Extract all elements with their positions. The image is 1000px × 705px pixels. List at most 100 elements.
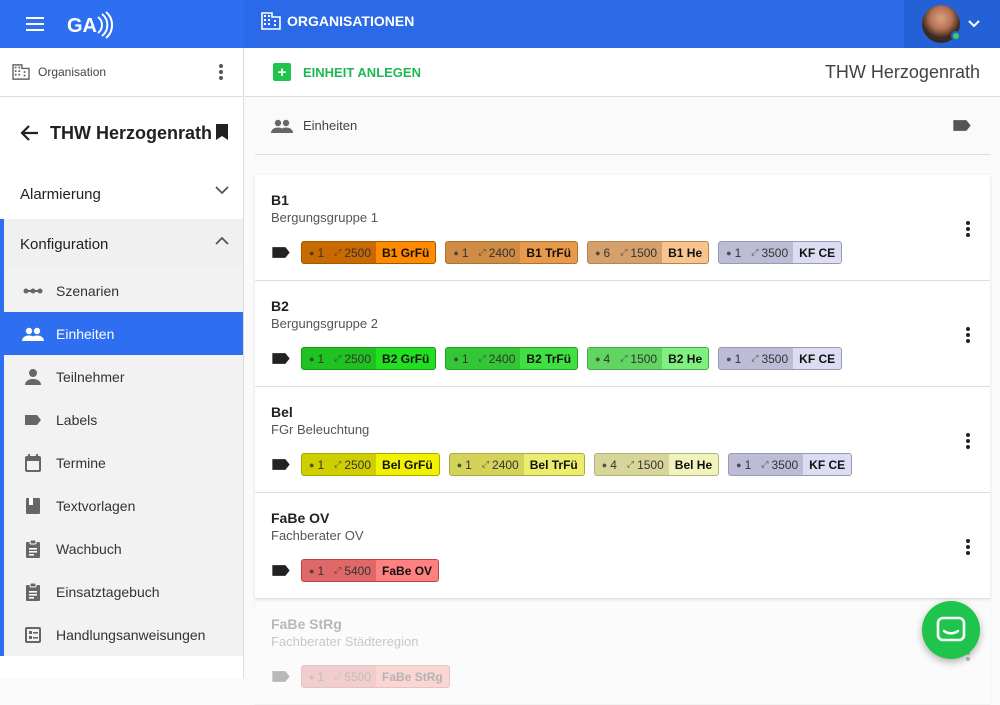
sidebar-item-einsatztagebuch[interactable]: Einsatztagebuch: [4, 570, 243, 613]
chip-stats: ● 1 ⤢ 3500: [729, 454, 803, 475]
section-alarmierung[interactable]: Alarmierung: [0, 169, 243, 219]
label-filter-icon[interactable]: [952, 119, 972, 132]
more-vert-icon[interactable]: [960, 537, 976, 557]
chip-count: ● 1: [726, 352, 741, 366]
person-icon: ●: [309, 459, 315, 470]
people-icon: [22, 327, 44, 341]
bookmark-icon[interactable]: [215, 123, 229, 141]
chip-stats: ● 1 ⤢ 2500: [302, 454, 376, 475]
unit-chip[interactable]: ● 6 ⤢ 1500 B1 He: [587, 241, 710, 264]
chip-stats: ● 1 ⤢ 3500: [719, 242, 793, 263]
main-content: + EINHEIT ANLEGEN THW Herzogenrath Einhe…: [245, 48, 1000, 705]
chip-count-value: 1: [317, 245, 325, 260]
section-title-text: ORGANISATIONEN: [287, 13, 415, 29]
add-unit-button[interactable]: + EINHEIT ANLEGEN: [273, 63, 421, 81]
chip-stats: ● 1 ⤢ 3500: [719, 348, 793, 369]
building-icon: [261, 12, 281, 30]
sidebar-item-label: Szenarien: [56, 282, 120, 299]
unit-chip[interactable]: ● 1 ⤢ 2400 Bel TrFü: [448, 453, 585, 476]
chip-label: B2 He: [662, 348, 709, 369]
unit-name: FaBe StRg: [271, 616, 342, 632]
organisation-selector[interactable]: Organisation: [0, 48, 243, 97]
unit-chip[interactable]: ● 1 ⤢ 2500 B2 GrFü: [301, 347, 437, 370]
distance-icon: ⤢: [481, 459, 490, 469]
chip-label: B2 TrFü: [520, 348, 578, 369]
building-icon: [12, 64, 30, 80]
chevron-down-icon[interactable]: [968, 20, 980, 28]
unit-card[interactable]: Bel FGr Beleuchtung ● 1 ⤢ 2500 Bel GrFü ● 1…: [255, 387, 990, 493]
unit-card[interactable]: B2 Bergungsgruppe 2 ● 1 ⤢ 2500 B2 GrFü ● 1 …: [255, 281, 990, 387]
chip-label: Bel TrFü: [523, 454, 584, 475]
chip-label: FaBe StRg: [376, 666, 449, 687]
more-vert-icon[interactable]: [960, 325, 976, 345]
person-icon: ●: [309, 671, 315, 682]
unit-chip[interactable]: ● 1 ⤢ 5500 FaBe StRg: [301, 665, 450, 688]
unit-chip[interactable]: ● 1 ⤢ 2400 B1 TrFü: [445, 241, 579, 264]
chat-button[interactable]: [922, 601, 980, 659]
more-vert-icon[interactable]: [960, 431, 976, 451]
person-icon: ●: [309, 353, 315, 364]
chip-count: ● 6: [595, 246, 610, 260]
unit-subtitle: Bergungsgruppe 1: [271, 210, 378, 225]
distance-icon: ⤢: [334, 565, 342, 575]
sidebar-item-teilnehmer[interactable]: Teilnehmer: [4, 355, 243, 398]
arrow-back-icon[interactable]: [20, 123, 40, 143]
unit-chip[interactable]: ● 4 ⤢ 1500 Bel He: [593, 453, 720, 476]
unit-card[interactable]: B1 Bergungsgruppe 1 ● 1 ⤢ 2500 B1 GrFü ● 1 …: [255, 175, 990, 281]
chip-count-value: 1: [465, 457, 472, 472]
unit-chip[interactable]: ● 4 ⤢ 1500 B2 He: [587, 347, 710, 370]
clipboard-icon: [22, 539, 44, 558]
sidebar-item-szenarien[interactable]: Szenarien: [4, 269, 243, 312]
chip-distance-value: 1500: [630, 245, 658, 260]
sidebar-item-handlungsanweisungen[interactable]: Handlungsanweisungen: [4, 613, 243, 656]
chevron-down-icon: [215, 186, 229, 195]
app-logo[interactable]: GA: [66, 10, 114, 40]
unit-card[interactable]: FaBe OV Fachberater OV ● 1 ⤢ 5400 FaBe OV: [255, 493, 990, 599]
chip-distance-value: 3500: [771, 457, 799, 472]
unit-list: B1 Bergungsgruppe 1 ● 1 ⤢ 2500 B1 GrFü ● 1 …: [255, 175, 990, 705]
unit-chip[interactable]: ● 1 ⤢ 3500 KF CE: [718, 347, 843, 370]
sidebar-item-einheiten[interactable]: Einheiten: [0, 312, 243, 355]
menu-icon[interactable]: [24, 13, 46, 35]
chip-label: B1 He: [662, 242, 709, 263]
person-icon: ●: [453, 247, 459, 258]
distance-icon: ⤢: [761, 459, 769, 469]
distance-icon: ⤢: [334, 671, 342, 681]
sidebar-item-labels[interactable]: Labels: [4, 398, 243, 441]
unit-card[interactable]: FaBe StRg Fachberater Städteregion ● 1 ⤢ 5…: [255, 599, 990, 705]
sidebar-item-label: Einheiten: [56, 325, 115, 342]
chip-count: ● 4: [595, 352, 610, 366]
chip-stats: ● 4 ⤢ 1500: [588, 348, 662, 369]
chip-count-value: 4: [603, 351, 611, 366]
distance-icon: ⤢: [334, 353, 342, 363]
distance-icon: ⤢: [626, 459, 635, 469]
chip-count-value: 1: [317, 457, 325, 472]
unit-chip[interactable]: ● 1 ⤢ 2400 B2 TrFü: [445, 347, 579, 370]
person-icon: ●: [601, 459, 608, 470]
sidebar-item-termine[interactable]: Termine: [4, 441, 243, 484]
chip-distance-value: 2500: [344, 457, 372, 472]
chip-label: KF CE: [793, 242, 842, 263]
more-vert-icon[interactable]: [960, 219, 976, 239]
chip-distance-value: 2500: [344, 351, 372, 366]
user-menu[interactable]: [904, 0, 1000, 48]
unit-chip[interactable]: ● 1 ⤢ 2500 Bel GrFü: [301, 453, 440, 476]
konfiguration-nav: Szenarien Einheiten Teilnehmer Labels Te…: [0, 269, 243, 656]
chip-distance: ⤢ 5400: [334, 564, 371, 578]
unit-chip[interactable]: ● 1 ⤢ 5400 FaBe OV: [301, 559, 440, 582]
label-icon: [272, 459, 290, 470]
sidebar-item-wachbuch[interactable]: Wachbuch: [4, 527, 243, 570]
unit-chip[interactable]: ● 1 ⤢ 3500 KF CE: [728, 453, 853, 476]
unit-tags: ● 1 ⤢ 2500 Bel GrFü ● 1 ⤢ 2400 Bel TrFü ● 4 ⤢…: [271, 453, 990, 476]
more-vert-icon[interactable]: [213, 62, 229, 82]
label-icon: [22, 414, 44, 426]
person-icon: ●: [309, 247, 315, 258]
sidebar-item-textvorlagen[interactable]: Textvorlagen: [4, 484, 243, 527]
label-icon: [272, 353, 290, 364]
avatar[interactable]: [922, 5, 961, 43]
unit-chip[interactable]: ● 1 ⤢ 3500 KF CE: [718, 241, 843, 264]
distance-icon: ⤢: [478, 247, 486, 257]
person-icon: ●: [456, 459, 463, 470]
unit-chip[interactable]: ● 1 ⤢ 2500 B1 GrFü: [301, 241, 437, 264]
section-konfiguration[interactable]: Konfiguration: [0, 219, 243, 269]
